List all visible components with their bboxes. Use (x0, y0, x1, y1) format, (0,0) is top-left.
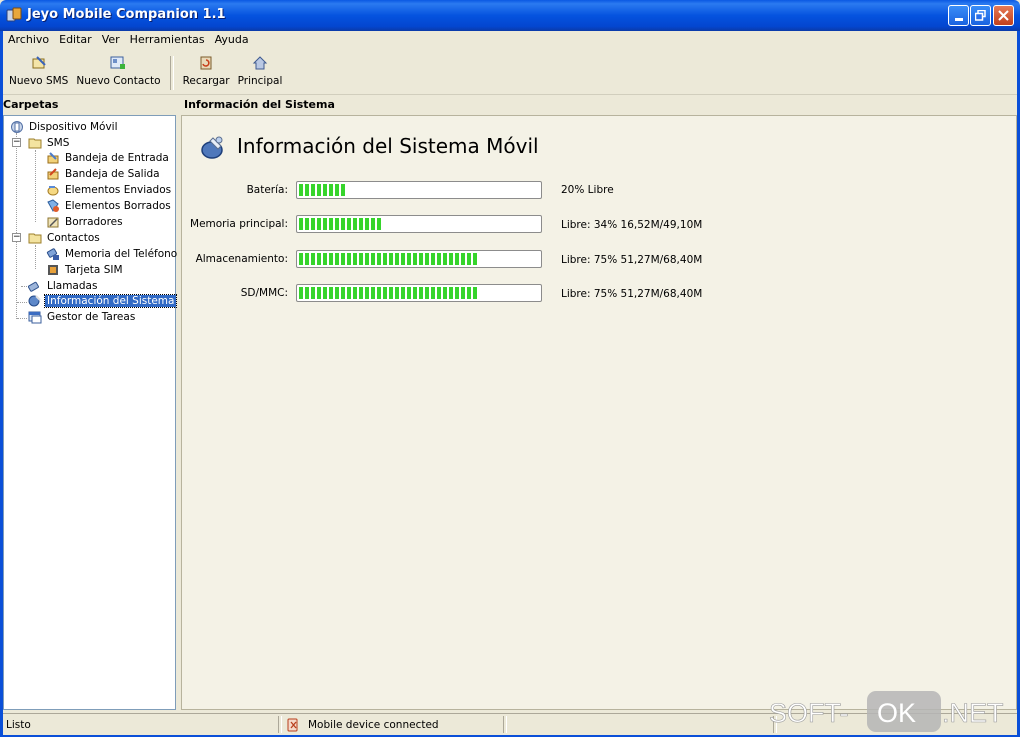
toolbar: Nuevo SMS Nuevo Contacto Recargar Princi… (5, 52, 286, 94)
tree-item-deleted[interactable]: Elementos Borrados (46, 198, 173, 213)
menu-bar: Archivo Editar Ver Herramientas Ayuda (3, 32, 254, 50)
tree-connector (17, 302, 27, 303)
new-sms-button[interactable]: Nuevo SMS (5, 52, 72, 87)
toolbar-separator (169, 56, 174, 90)
sd-mmc-value: Libre: 75% 51,27M/68,40M (561, 288, 703, 300)
home-label: Principal (237, 75, 283, 87)
sd-mmc-bar-fill (299, 287, 479, 299)
task-manager-icon (28, 311, 42, 323)
new-contact-button[interactable]: Nuevo Contacto (72, 52, 164, 87)
connection-icon (287, 718, 298, 732)
sd-mmc-label: SD/MMC: (240, 287, 288, 299)
svg-text:.NET: .NET (942, 698, 1004, 728)
menu-herramientas[interactable]: Herramientas (125, 32, 210, 50)
svg-text:OK: OK (877, 698, 916, 728)
tree-label: Bandeja de Salida (65, 167, 160, 180)
main-memory-value: Libre: 34% 16,52M/49,10M (561, 219, 703, 231)
battery-value: 20% Libre (561, 184, 614, 196)
tree-item-inbox[interactable]: Bandeja de Entrada (46, 150, 171, 165)
expand-sms-toggle[interactable]: − (12, 138, 21, 147)
content-title: Información del Sistema Móvil (237, 134, 539, 158)
tree-connector (17, 318, 27, 319)
tree-item-contacts[interactable]: Contactos (28, 230, 102, 245)
status-divider (278, 716, 282, 733)
tree-label: Gestor de Tareas (47, 310, 136, 323)
home-button[interactable]: Principal (234, 52, 287, 87)
close-icon (998, 10, 1009, 21)
tree-label: Bandeja de Entrada (65, 151, 169, 164)
tree-label: Contactos (47, 231, 100, 244)
folder-icon (28, 233, 42, 243)
svg-text:SOFT-: SOFT- (769, 698, 849, 728)
storage-label: Almacenamiento: (195, 253, 288, 265)
content-panel (181, 115, 1017, 710)
storage-bar (296, 250, 542, 268)
tree-label: SMS (47, 136, 70, 149)
main-memory-label: Memoria principal: (190, 218, 288, 230)
tree-label: Elementos Borrados (65, 199, 171, 212)
mobile-device-icon (11, 120, 23, 133)
outbox-icon (47, 167, 59, 179)
close-button[interactable] (993, 5, 1014, 26)
storage-bar-fill (299, 253, 479, 265)
main-memory-bar (296, 215, 542, 233)
status-divider (503, 716, 507, 733)
watermark-logo: SOFT- OK .NET (769, 691, 1004, 732)
new-contact-icon (110, 56, 126, 69)
home-icon (252, 56, 268, 70)
new-contact-label: Nuevo Contacto (76, 75, 161, 87)
main-memory-bar-fill (299, 218, 381, 230)
tree-item-task-manager[interactable]: Gestor de Tareas (28, 309, 137, 324)
reload-icon (200, 56, 212, 70)
tree-item-outbox[interactable]: Bandeja de Salida (46, 166, 162, 181)
tree-label: Tarjeta SIM (65, 263, 123, 276)
reload-label: Recargar (182, 75, 230, 87)
toolbar-divider (3, 94, 1017, 95)
status-text: Listo (6, 719, 31, 731)
app-icon (6, 7, 22, 22)
tree-label: Dispositivo Móvil (29, 120, 118, 133)
battery-label: Batería: (246, 184, 288, 196)
content-header: Información del Sistema (184, 98, 335, 111)
folders-header: Carpetas (3, 98, 59, 111)
menu-archivo[interactable]: Archivo (3, 32, 54, 50)
folder-icon (28, 138, 42, 148)
tree-item-sms[interactable]: SMS (28, 135, 71, 150)
expand-contacts-toggle[interactable]: − (12, 233, 21, 242)
tree-item-mobile-device[interactable]: Dispositivo Móvil (10, 119, 120, 134)
storage-value: Libre: 75% 51,27M/68,40M (561, 254, 703, 266)
restore-icon (975, 10, 986, 21)
menu-editar[interactable]: Editar (54, 32, 97, 50)
deleted-items-icon (47, 198, 59, 212)
system-info-icon (201, 136, 223, 159)
window-title: Jeyo Mobile Companion 1.1 (27, 7, 226, 22)
menu-ayuda[interactable]: Ayuda (210, 32, 254, 50)
battery-bar (296, 181, 542, 199)
sd-mmc-bar (296, 284, 542, 302)
battery-bar-fill (299, 184, 347, 196)
new-sms-icon (32, 56, 46, 69)
inbox-icon (47, 151, 59, 163)
title-bar: Jeyo Mobile Companion 1.1 (0, 0, 1020, 31)
new-sms-label: Nuevo SMS (9, 75, 69, 87)
connection-status: Mobile device connected (308, 719, 439, 731)
minimize-button[interactable] (948, 5, 969, 26)
menu-ver[interactable]: Ver (97, 32, 125, 50)
reload-button[interactable]: Recargar (179, 52, 234, 87)
restore-button[interactable] (970, 5, 991, 26)
minimize-icon (954, 18, 963, 21)
